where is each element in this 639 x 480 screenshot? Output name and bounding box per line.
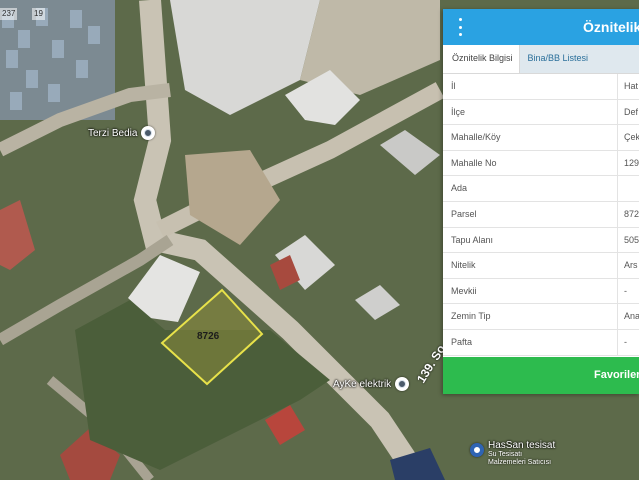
attribute-key: Mahalle/Köy: [451, 132, 501, 143]
table-row: Mahalle No 129: [443, 150, 639, 177]
location-pin-icon[interactable]: [470, 443, 484, 457]
table-row: Parsel 872: [443, 201, 639, 228]
attribute-key: Pafta: [451, 336, 473, 347]
panel-tabs: Öznitelik Bilgisi Bina/BB Listesi: [443, 45, 639, 74]
table-row: İl Hat: [443, 74, 639, 100]
poi-sublabel: Malzemeleri Satıcısı: [488, 459, 552, 466]
kebab-menu-icon[interactable]: [455, 18, 465, 36]
poi-ayke-elektrik[interactable]: AyKe elektrik: [333, 377, 410, 391]
poi-sublabel: Su Tesisatı: [488, 451, 523, 458]
attribute-key: Ada: [451, 183, 468, 194]
table-row: Tapu Alanı 505: [443, 227, 639, 254]
attribute-value: Çek: [617, 125, 639, 150]
table-row: Nitelik Ars: [443, 253, 639, 279]
add-to-favorites-button[interactable]: Favorilere: [443, 357, 639, 394]
attribute-panel: Öznitelik Öznitelik Bilgisi Bina/BB List…: [443, 9, 639, 394]
attribute-value: Ars: [617, 253, 639, 278]
attribute-value: [617, 176, 639, 201]
attribute-key: Mevkii: [451, 285, 477, 296]
attribute-table: İl Hat İlçe Def Mahalle/Köy Çek Mahalle No 1…: [443, 74, 639, 356]
poi-label: Terzi Bedia: [88, 127, 138, 139]
poi-terzi-bedia[interactable]: Terzi Bedia: [88, 126, 156, 140]
attribute-value: -: [617, 329, 639, 355]
table-row: Pafta -: [443, 329, 639, 356]
parcel-label[interactable]: 8726: [197, 331, 219, 342]
table-row: İlçe Def: [443, 99, 639, 126]
attribute-key: Tapu Alanı: [451, 234, 494, 245]
corner-label: 19: [32, 8, 45, 20]
attribute-key: Nitelik: [451, 260, 476, 271]
attribute-value: -: [617, 278, 639, 304]
attribute-value: Hat: [617, 74, 639, 99]
attribute-key: İl: [451, 81, 456, 91]
attribute-value: Ana: [617, 304, 639, 329]
attribute-key: Parsel: [451, 208, 477, 219]
table-row: Mevkii -: [443, 278, 639, 305]
corner-labels: 237 19: [0, 8, 60, 22]
attribute-value: Def: [617, 99, 639, 125]
attribute-value: 505: [617, 227, 639, 253]
location-pin-icon[interactable]: [395, 377, 410, 391]
attribute-key: İlçe: [451, 106, 466, 117]
poi-hassan-tesisat[interactable]: [470, 443, 484, 457]
attribute-value: 872: [617, 201, 639, 227]
location-pin-icon[interactable]: [141, 126, 156, 140]
attribute-key: Mahalle No: [451, 157, 497, 168]
table-row: Ada: [443, 176, 639, 202]
table-row: Zemin Tip Ana: [443, 304, 639, 330]
poi-hassan-label: HasSan tesisat Su Tesisatı Malzemeleri S…: [488, 440, 555, 467]
poi-label: HasSan tesisat: [488, 440, 556, 451]
tab-attribute-info[interactable]: Öznitelik Bilgisi: [443, 45, 520, 73]
attribute-key: Zemin Tip: [451, 311, 491, 322]
favorites-label: Favorilere: [594, 369, 639, 381]
poi-label: AyKe elektrik: [333, 378, 392, 390]
table-row: Mahalle/Köy Çek: [443, 125, 639, 151]
panel-title: Öznitelik: [583, 19, 639, 35]
corner-label: 237: [0, 8, 18, 20]
tab-building-list[interactable]: Bina/BB Listesi: [519, 45, 639, 73]
attribute-value: 129: [617, 150, 639, 176]
panel-header: Öznitelik: [443, 9, 639, 45]
